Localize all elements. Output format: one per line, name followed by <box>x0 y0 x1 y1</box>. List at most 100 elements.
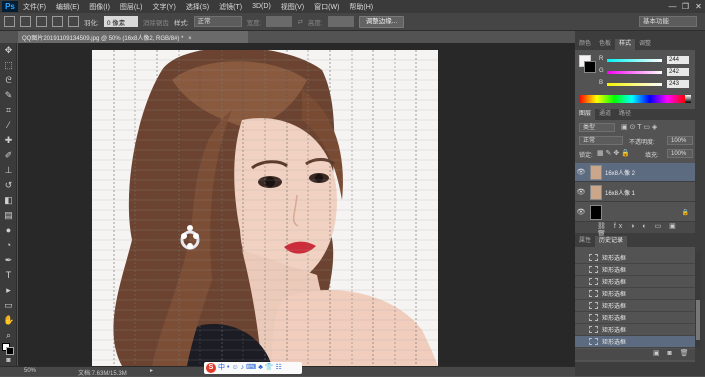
feather-input[interactable]: 0 像素 <box>103 16 138 27</box>
quick-select-tool-icon[interactable]: ✎ <box>3 90 14 101</box>
fill-input[interactable]: 100% <box>667 149 693 158</box>
ime-skin-icon[interactable]: ♣ <box>258 362 263 374</box>
swap-icon[interactable]: ⇄ <box>297 18 302 26</box>
background-color-swatch[interactable] <box>6 347 14 355</box>
eraser-tool-icon[interactable]: ◧ <box>3 195 14 206</box>
zoom-level[interactable]: 50% <box>24 368 36 374</box>
history-scroll-thumb[interactable] <box>696 300 700 340</box>
channel-b-slider[interactable] <box>607 83 662 86</box>
zoom-tool-icon[interactable]: ⌕ <box>3 330 14 341</box>
minimize-button[interactable]: — <box>666 2 679 11</box>
layer-row[interactable]: 👁 🔒 <box>575 203 695 222</box>
quick-mask-icon[interactable]: ◙ <box>3 355 14 366</box>
menu-view[interactable]: 视图(V) <box>276 2 309 12</box>
layer-kind-filter[interactable]: 类型 <box>579 123 615 132</box>
lock-icons[interactable]: ▦ ✎ ✥ 🔒 <box>597 149 630 157</box>
channel-g-value[interactable]: 242 <box>667 68 689 76</box>
layer-name[interactable]: 16x8人像 1 <box>605 188 635 197</box>
layer-visibility-icon[interactable]: 👁 <box>575 188 587 196</box>
layers-footer-icons[interactable]: ⛓ fx ◑ ◐ ▭ ▣ 🗑 <box>575 222 695 238</box>
add-selection-icon[interactable] <box>36 16 47 27</box>
workspace-dropdown[interactable]: 基本功能 <box>639 16 697 27</box>
menu-window[interactable]: 窗口(W) <box>309 2 344 12</box>
history-item[interactable]: 矩形选框 <box>575 324 695 336</box>
history-item[interactable]: 矩形选框 <box>575 288 695 300</box>
ime-voice-icon[interactable]: ♪ <box>241 362 245 374</box>
lasso-tool-icon[interactable]: ᘓ <box>3 75 14 86</box>
dodge-tool-icon[interactable]: ◔ <box>3 240 14 251</box>
path-select-tool-icon[interactable]: ▸ <box>3 285 14 296</box>
refine-edge-button[interactable]: 调整边缘... <box>358 15 405 28</box>
shape-tool-icon[interactable]: ▭ <box>3 300 14 311</box>
channel-b-value[interactable]: 243 <box>667 80 689 88</box>
close-window-button[interactable]: ✕ <box>692 2 705 11</box>
move-tool-icon[interactable]: ✥ <box>3 45 14 56</box>
menu-layer[interactable]: 图层(L) <box>115 2 148 12</box>
subtract-selection-icon[interactable] <box>52 16 63 27</box>
history-item[interactable]: 矩形选框 <box>575 264 695 276</box>
channel-r-slider[interactable] <box>607 59 662 62</box>
layer-visibility-icon[interactable]: 👁 <box>575 208 587 216</box>
tab-properties[interactable]: 属性 <box>575 236 595 247</box>
channel-r-value[interactable]: 244 <box>667 56 689 64</box>
crop-tool-icon[interactable]: ⌗ <box>3 105 14 116</box>
type-tool-icon[interactable]: T <box>3 270 14 281</box>
menu-select[interactable]: 选择(S) <box>181 2 214 12</box>
status-arrow-icon[interactable]: ▸ <box>150 367 153 374</box>
brush-tool-icon[interactable]: ✐ <box>3 150 14 161</box>
tab-color[interactable]: 颜色 <box>575 39 595 50</box>
tab-adjustments[interactable]: 调整 <box>635 39 655 50</box>
maximize-button[interactable]: ❐ <box>679 2 692 11</box>
spectrum-bar[interactable] <box>579 95 685 103</box>
tab-layers[interactable]: 图层 <box>575 109 596 120</box>
grayscale-ramp[interactable] <box>685 95 691 103</box>
ime-grid-icon[interactable]: ☷ <box>276 362 282 374</box>
sogou-logo[interactable]: S <box>206 363 216 373</box>
tab-swatches[interactable]: 色板 <box>595 39 615 50</box>
blur-tool-icon[interactable]: ● <box>3 225 14 236</box>
rect-marquee-tool-icon[interactable]: ⬚ <box>3 60 14 71</box>
menu-edit[interactable]: 编辑(E) <box>51 2 84 12</box>
antialias-checkbox[interactable]: 消除锯齿 <box>143 17 169 27</box>
ime-keyboard-icon[interactable]: ⌨ <box>246 362 256 374</box>
marquee-tool-preset-icon[interactable] <box>4 16 15 27</box>
ime-emoji-icon[interactable]: ☺ <box>231 362 238 374</box>
blend-mode-dropdown[interactable]: 正常 <box>579 136 623 145</box>
new-selection-icon[interactable] <box>20 16 31 27</box>
history-item[interactable]: 矩形选框 <box>575 252 695 264</box>
canvas-area[interactable] <box>18 43 575 366</box>
history-item[interactable]: 矩形选框 <box>575 276 695 288</box>
menu-filter[interactable]: 滤镜(T) <box>214 2 247 12</box>
stamp-tool-icon[interactable]: ⊥ <box>3 165 14 176</box>
document-tab[interactable]: QQ图片20191109134509.jpg @ 50% (16x8人像2, R… <box>18 31 248 43</box>
hand-tool-icon[interactable]: ✋ <box>3 315 14 326</box>
document-canvas[interactable] <box>92 50 438 366</box>
tab-channels[interactable]: 通道 <box>595 109 615 120</box>
history-item[interactable]: 矩形选框 <box>575 312 695 324</box>
menu-type[interactable]: 文字(Y) <box>147 2 180 12</box>
style-dropdown[interactable]: 正常 <box>193 16 242 27</box>
menu-image[interactable]: 图像(I) <box>84 2 115 12</box>
opacity-input[interactable]: 100% <box>667 136 693 145</box>
intersect-selection-icon[interactable] <box>68 16 79 27</box>
width-input[interactable] <box>266 16 293 27</box>
menu-3d[interactable]: 3D(D) <box>247 3 276 10</box>
layer-name[interactable]: 16x8人像 2 <box>605 168 635 177</box>
healing-tool-icon[interactable]: ✚ <box>3 135 14 146</box>
tab-styles[interactable]: 样式 <box>615 39 636 50</box>
menu-file[interactable]: 文件(F) <box>18 2 51 12</box>
height-input[interactable] <box>327 16 354 27</box>
eyedropper-tool-icon[interactable]: ⁄ <box>3 120 14 131</box>
tab-paths[interactable]: 路径 <box>615 109 635 120</box>
ime-chinese-mode[interactable]: 中 <box>218 362 225 374</box>
ime-punctuation-icon[interactable]: • <box>227 362 229 374</box>
tab-history[interactable]: 历史记录 <box>595 236 628 247</box>
background-swatch[interactable] <box>584 61 596 73</box>
pen-tool-icon[interactable]: ✒ <box>3 255 14 266</box>
ime-shirt-icon[interactable]: 👕 <box>265 362 274 374</box>
close-document-icon[interactable]: × <box>188 36 192 42</box>
channel-g-slider[interactable] <box>607 71 662 74</box>
history-item[interactable]: 矩形选框 <box>575 300 695 312</box>
layer-filter-icons[interactable]: ▣ ⊙ T ▭ ◈ <box>621 123 657 131</box>
layer-row[interactable]: 👁 16x8人像 2 <box>575 163 695 182</box>
